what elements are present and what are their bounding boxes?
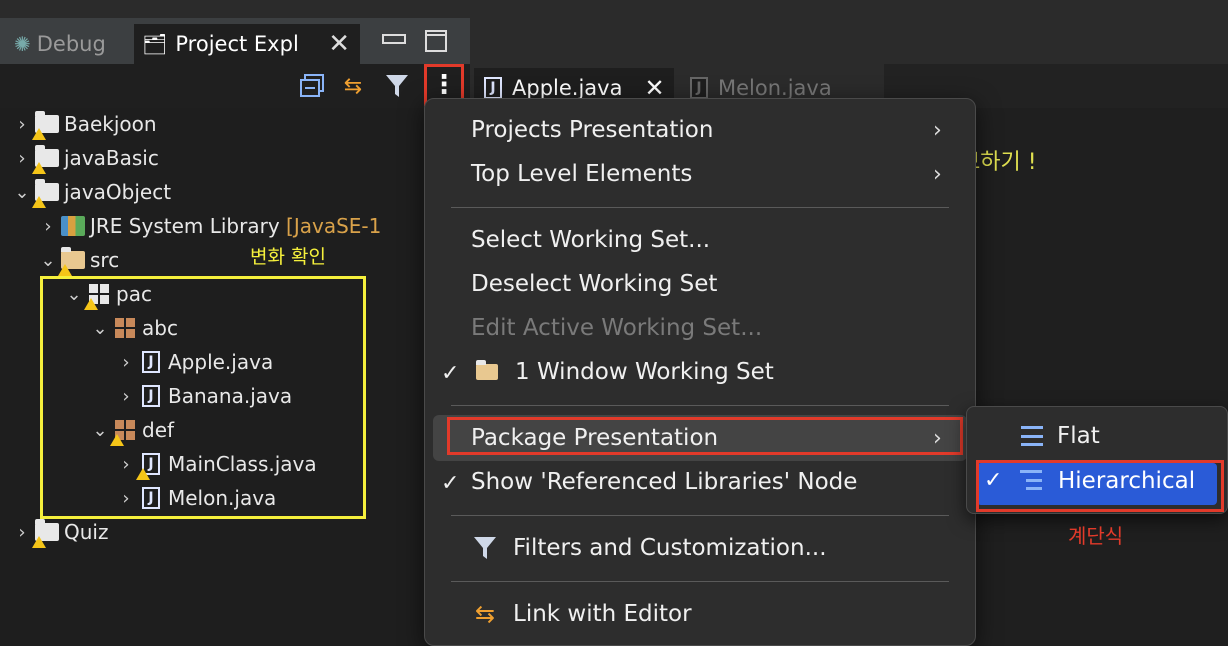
collapse-all-button[interactable]	[299, 72, 327, 100]
menu-separator	[451, 207, 949, 208]
tree-item-javaobject[interactable]: ⌄ javaObject	[10, 176, 171, 208]
chevron-right-icon[interactable]: ›	[10, 148, 34, 169]
menu-item-label: Filters and Customization...	[513, 535, 827, 561]
tree-item-label: src	[90, 248, 120, 272]
menu-item-deselect-working-set[interactable]: Deselect Working Set	[471, 271, 717, 297]
menu-item-label: Link with Editor	[513, 601, 692, 627]
menu-separator	[451, 581, 949, 582]
tree-item-suffix: [JavaSE-1	[286, 214, 382, 238]
chevron-down-icon[interactable]: ⌄	[36, 250, 60, 271]
menu-item-show-referenced-libraries[interactable]: Show 'Referenced Libraries' Node	[471, 469, 857, 495]
check-icon: ✓	[441, 361, 460, 386]
tab-project-label: Project Expl	[175, 32, 299, 56]
check-icon: ✓	[441, 471, 460, 496]
chevron-right-icon[interactable]: ›	[10, 114, 34, 135]
java-project-icon	[32, 145, 60, 174]
menu-item-top-level-elements[interactable]: Top Level Elements ›	[471, 161, 942, 187]
chevron-right-icon[interactable]: ›	[36, 216, 60, 237]
submenu-item-flat[interactable]: Flat	[1021, 423, 1100, 449]
menu-item-label: Top Level Elements	[471, 161, 693, 187]
tab-project-explorer[interactable]: 🗂 Project Expl ✕	[134, 24, 360, 64]
maximize-button[interactable]	[425, 30, 447, 52]
close-icon[interactable]: ✕	[328, 29, 350, 59]
menu-separator	[451, 515, 949, 516]
chevron-right-icon: ›	[933, 161, 942, 187]
tab-debug[interactable]: ✺ Debug	[14, 28, 106, 60]
tree-item-jre-library[interactable]: › JRE System Library [JavaSE-1	[36, 210, 381, 242]
menu-item-label: Select Working Set...	[471, 227, 711, 253]
tree-item-quiz[interactable]: › Quiz	[10, 516, 108, 548]
java-project-icon	[32, 179, 60, 208]
link-with-editor-button[interactable]: ⇆	[339, 72, 367, 100]
menu-separator	[451, 405, 949, 406]
filter-icon	[386, 75, 408, 97]
menu-item-projects-presentation[interactable]: Projects Presentation ›	[471, 117, 942, 143]
tree-item-label: javaBasic	[64, 146, 159, 170]
tree-item-label: JRE System Library	[90, 214, 280, 238]
link-icon: ⇆	[343, 73, 363, 99]
menu-item-link-with-editor[interactable]: ⇆ Link with Editor	[471, 600, 692, 628]
editor-tab-label: Apple.java	[512, 76, 623, 100]
menu-item-window-working-set[interactable]: 1 Window Working Set	[473, 359, 774, 385]
collapse-all-icon	[300, 74, 324, 97]
link-icon: ⇆	[474, 600, 496, 628]
menu-item-label: Deselect Working Set	[471, 271, 718, 297]
chevron-right-icon: ›	[933, 117, 942, 143]
menu-item-select-working-set[interactable]: Select Working Set...	[471, 227, 710, 253]
java-project-icon	[32, 519, 60, 548]
tree-item-baekjoon[interactable]: › Baekjoon	[10, 108, 157, 140]
menu-item-filters-customization[interactable]: Filters and Customization...	[471, 535, 827, 561]
chevron-right-icon[interactable]: ›	[10, 522, 34, 543]
working-set-icon	[473, 359, 501, 385]
filter-icon	[471, 535, 499, 561]
menu-item-label: Show 'Referenced Libraries' Node	[471, 469, 858, 495]
chevron-down-icon[interactable]: ⌄	[10, 182, 34, 203]
view-menu-dropdown: Projects Presentation › Top Level Elemen…	[424, 98, 976, 646]
filter-button[interactable]	[383, 72, 411, 100]
annotation-yellow: 변화 확인	[250, 246, 326, 268]
source-folder-icon	[58, 247, 86, 276]
java-project-icon	[32, 111, 60, 140]
annotation-red: 계단식	[1068, 524, 1124, 548]
package-explorer-icon: 🗂	[142, 32, 168, 56]
yellow-highlight-box	[40, 276, 366, 519]
java-file-icon: J	[484, 77, 502, 99]
tree-item-src[interactable]: ⌄ src	[36, 244, 119, 276]
library-icon	[60, 214, 86, 238]
tree-item-label: Baekjoon	[64, 112, 157, 136]
tab-debug-label: Debug	[36, 32, 106, 56]
tree-item-label: javaObject	[64, 180, 172, 204]
editor-tab-label: Melon.java	[718, 76, 832, 100]
flat-list-icon	[1021, 426, 1043, 446]
red-highlight-box	[447, 417, 963, 455]
minimize-button[interactable]	[382, 30, 406, 52]
submenu-item-label: Flat	[1057, 423, 1100, 449]
menu-item-label: Edit Active Working Set...	[471, 315, 763, 341]
java-file-icon: J	[690, 77, 708, 99]
tree-item-label: Quiz	[64, 520, 109, 544]
menu-item-edit-active-working-set: Edit Active Working Set...	[471, 315, 762, 341]
bug-icon: ✺	[14, 32, 31, 56]
tree-item-javabasic[interactable]: › javaBasic	[10, 142, 159, 174]
menu-item-label: 1 Window Working Set	[515, 359, 774, 385]
more-vert-icon: ⋮	[431, 70, 457, 100]
menu-item-label: Projects Presentation	[471, 117, 714, 143]
red-highlight-box	[976, 460, 1224, 512]
